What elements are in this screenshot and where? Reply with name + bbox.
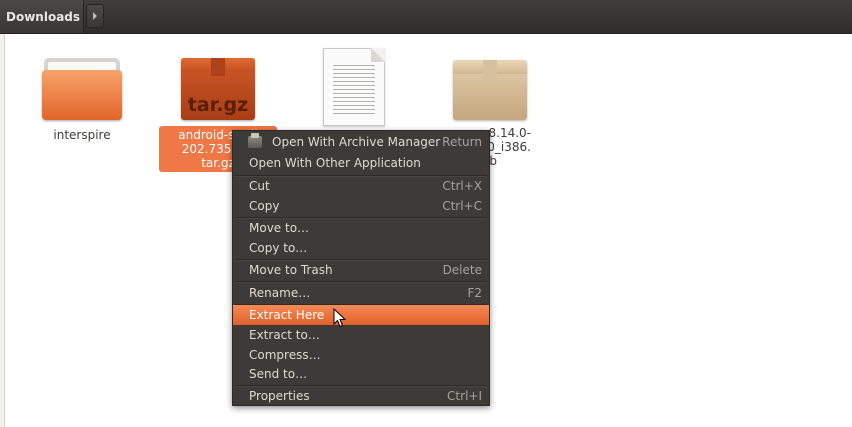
menu-item-shortcut: Return: [442, 135, 482, 149]
menu-item-shortcut: Ctrl+C: [442, 199, 482, 213]
folder-icon: [42, 56, 122, 120]
menu-item-copy-to[interactable]: Copy to…: [233, 238, 489, 258]
breadcrumb-downloads[interactable]: Downloads: [0, 0, 84, 33]
menu-item-label: Copy: [249, 199, 280, 213]
menu-item-label: Move to Trash: [249, 263, 333, 277]
menu-item-label: Send to…: [249, 367, 308, 381]
archive-icon: tar.gz: [181, 58, 255, 120]
file-item-label: interspire: [53, 128, 111, 142]
menu-item-label: Move to…: [249, 221, 310, 235]
menu-item-compress[interactable]: Compress…: [233, 345, 489, 365]
archive-manager-icon: [248, 133, 262, 148]
file-item-folder[interactable]: interspire: [23, 56, 141, 144]
menu-item-open-with-archive-manager[interactable]: Open With Archive Manager Return: [233, 132, 489, 152]
text-document-icon: [323, 48, 385, 126]
breadcrumb-next-arrow-icon[interactable]: [86, 4, 104, 28]
archive-icon-text: tar.gz: [187, 94, 249, 116]
menu-item-shortcut: Delete: [442, 263, 482, 277]
menu-item-label: Extract to…: [249, 328, 320, 342]
menu-item-move-to[interactable]: Move to…: [233, 218, 489, 238]
menu-item-extract-to[interactable]: Extract to…: [233, 325, 489, 345]
menu-item-send-to[interactable]: Send to…: [233, 364, 489, 384]
package-icon: [453, 60, 527, 120]
menu-item-label: Extract Here: [249, 308, 325, 322]
menu-item-shortcut: Ctrl+X: [442, 179, 482, 193]
menu-item-label: Properties: [249, 389, 310, 403]
menu-item-rename[interactable]: Rename… F2: [233, 283, 489, 303]
menu-item-shortcut: Ctrl+I: [447, 389, 482, 403]
mouse-pointer-icon: [333, 308, 347, 328]
menu-item-extract-here[interactable]: Extract Here: [233, 305, 489, 325]
menu-item-open-with-other-application[interactable]: Open With Other Application: [233, 153, 489, 173]
file-item-document[interactable]: [295, 48, 413, 134]
menu-item-shortcut: F2: [467, 286, 482, 300]
context-menu: Open With Archive Manager Return Open Wi…: [232, 130, 490, 406]
menu-item-properties[interactable]: Properties Ctrl+I: [233, 386, 489, 406]
menu-item-label: Open With Other Application: [249, 156, 421, 170]
menu-item-move-to-trash[interactable]: Move to Trash Delete: [233, 260, 489, 280]
menu-item-label: Compress…: [249, 348, 321, 362]
location-bar: Downloads: [0, 0, 852, 34]
menu-item-label: Open With Archive Manager: [272, 135, 441, 149]
menu-item-label: Copy to…: [249, 241, 308, 255]
menu-item-cut[interactable]: Cut Ctrl+X: [233, 176, 489, 196]
menu-item-label: Rename…: [249, 286, 311, 300]
menu-item-copy[interactable]: Copy Ctrl+C: [233, 196, 489, 216]
menu-item-label: Cut: [249, 179, 270, 193]
